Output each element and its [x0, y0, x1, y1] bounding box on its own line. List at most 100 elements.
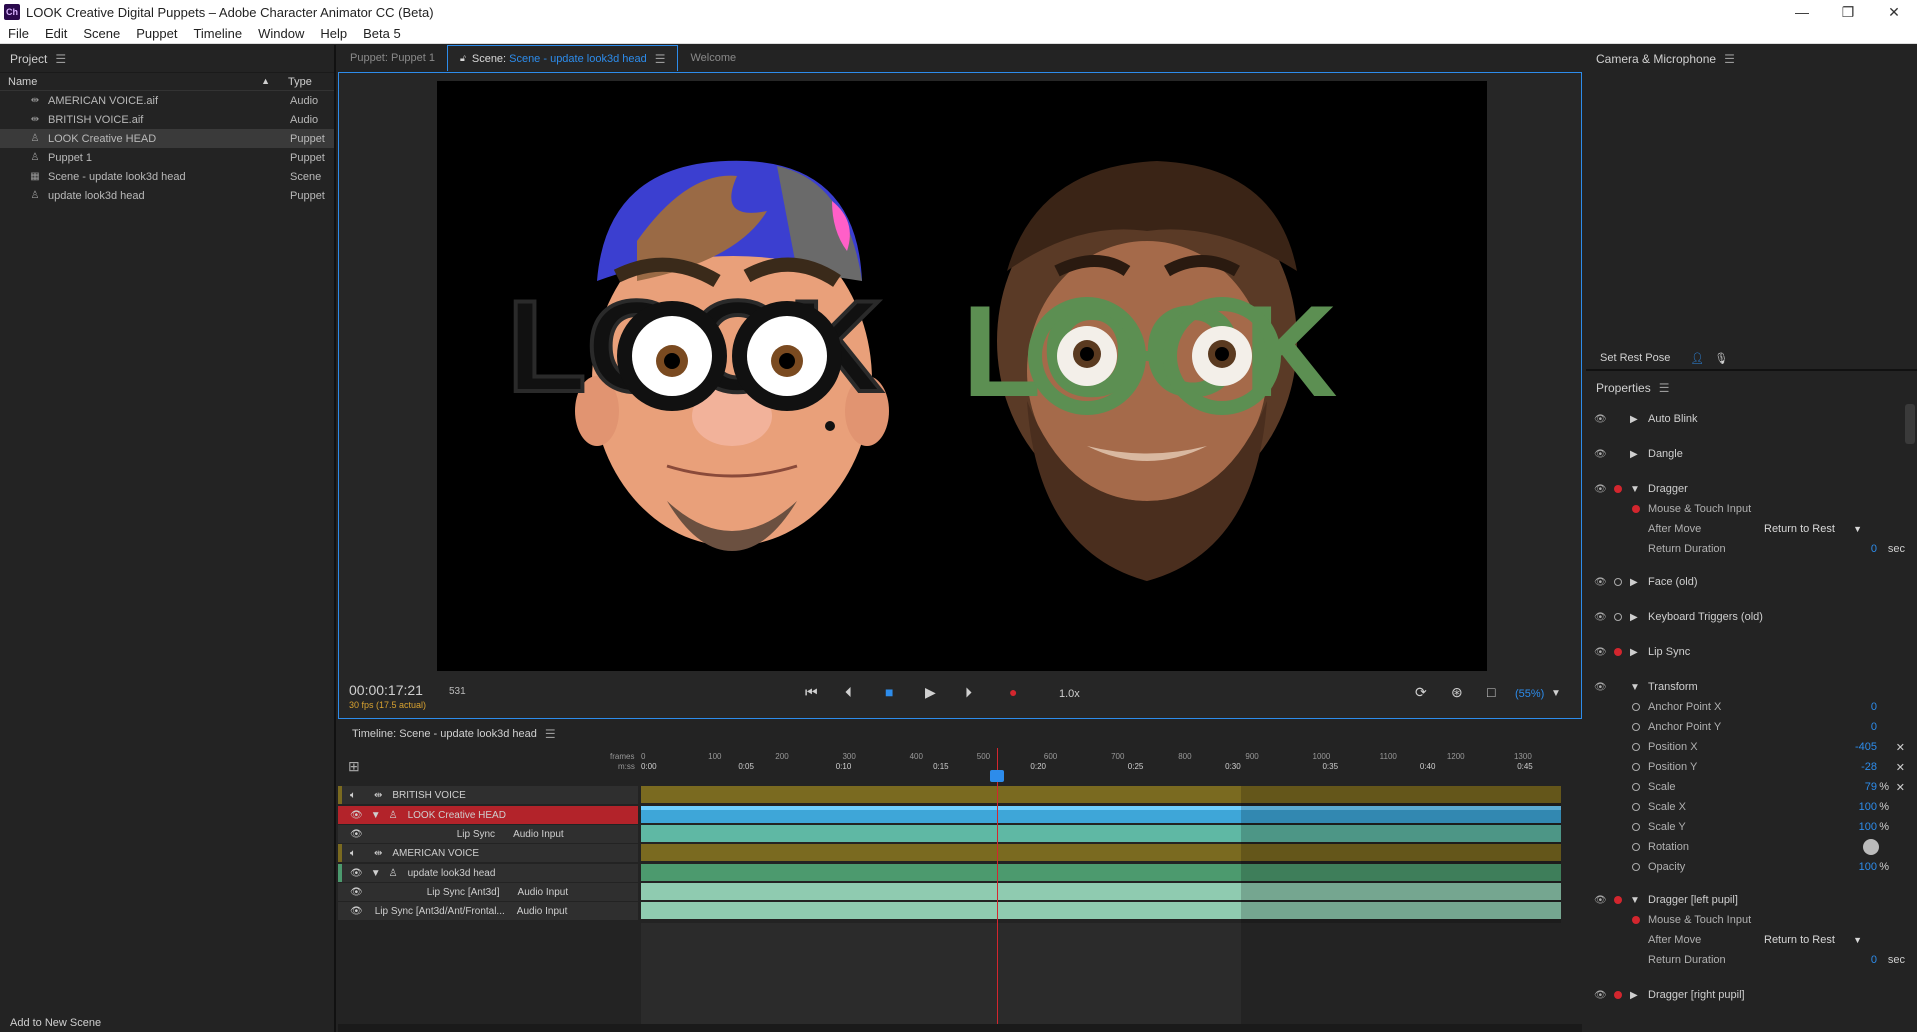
param-value[interactable]: 100 [1859, 801, 1877, 813]
step-back-icon[interactable]: ⏴ [845, 684, 852, 701]
after-move-dropdown[interactable]: Return to Rest ▼ [1764, 521, 1864, 537]
param-value[interactable]: -405 [1855, 741, 1877, 753]
reset-icon[interactable]: ✕ [1896, 781, 1905, 794]
tab-scene[interactable]: 🔓︎ Scene: Scene - update look3d head ☰ [447, 45, 679, 71]
track-options-icon[interactable]: ⊞ [348, 758, 360, 775]
param-value[interactable]: 100 [1859, 861, 1877, 873]
column-type[interactable]: Type [280, 76, 312, 88]
panel-menu-icon[interactable]: ☰ [655, 52, 666, 66]
project-item[interactable]: ▦ Scene - update look3d head Scene [0, 167, 334, 186]
loop-icon[interactable]: ⟳ [1415, 684, 1427, 701]
chevron-right-icon[interactable]: ▶ [1630, 577, 1638, 588]
behavior-dragger-left-pupil[interactable]: 👁︎ ▼ Dragger [left pupil] [1586, 891, 1917, 909]
scene-stage[interactable]: LOOK [437, 81, 1487, 671]
menu-help[interactable]: Help [312, 26, 355, 41]
param-value[interactable]: 0 [1871, 954, 1877, 966]
param-anchor-x[interactable]: Anchor Point X 0 [1586, 698, 1917, 716]
arm-record-icon[interactable] [1632, 803, 1640, 811]
chevron-down-icon[interactable]: ▼ [1630, 895, 1640, 906]
eye-icon[interactable]: 👁︎ [1594, 682, 1607, 693]
minimize-button[interactable]: — [1779, 0, 1825, 24]
param-after-move[interactable]: After Move Return to Rest ▼ [1586, 520, 1917, 538]
eye-icon[interactable]: 👁︎ [1594, 414, 1607, 425]
zoom-dropdown-icon[interactable]: ▼ [1551, 688, 1561, 699]
param-scale-y[interactable]: Scale Y 100 % [1586, 818, 1917, 836]
behavior-dragger-right-pupil[interactable]: 👁︎ ▶ Dragger [right pupil] [1586, 986, 1917, 1004]
eye-icon[interactable]: 👁︎ [1594, 895, 1607, 906]
chevron-right-icon[interactable]: ▶ [1630, 990, 1638, 1001]
behavior-lip-sync[interactable]: 👁︎ ▶ Lip Sync [1586, 643, 1917, 661]
behavior-face-old[interactable]: 👁︎ ▶ Face (old) [1586, 573, 1917, 591]
arm-record-icon[interactable] [1614, 648, 1622, 656]
behavior-auto-blink[interactable]: 👁︎ ▶ Auto Blink [1586, 410, 1917, 428]
chevron-down-icon[interactable]: ▼ [371, 868, 381, 879]
frame-number[interactable]: 531 [449, 686, 466, 697]
panel-menu-icon[interactable]: ☰ [1724, 52, 1735, 66]
timecode[interactable]: 00:00:17:21 [349, 682, 423, 698]
chevron-down-icon[interactable]: ▼ [1630, 484, 1640, 495]
zoom-level[interactable]: (55%) [1515, 688, 1544, 700]
eye-icon[interactable]: 👁︎ [350, 810, 363, 821]
playback-speed[interactable]: 1.0x [1059, 688, 1080, 700]
go-to-start-icon[interactable]: ⏮ [805, 684, 818, 701]
sort-ascending-icon[interactable]: ▲ [261, 76, 270, 86]
menu-window[interactable]: Window [250, 26, 312, 41]
chevron-right-icon[interactable]: ▶ [1630, 647, 1638, 658]
arm-record-icon[interactable] [1632, 743, 1640, 751]
speaker-icon[interactable]: 🔈︎ [350, 848, 356, 859]
tab-welcome[interactable]: Welcome [678, 45, 748, 71]
eye-icon[interactable]: 👁︎ [350, 868, 363, 879]
play-icon[interactable]: ▶ [925, 684, 936, 701]
microphone-icon[interactable]: 🎙︎ [1714, 352, 1728, 365]
behavior-dangle[interactable]: 👁︎ ▶ Dangle [1586, 445, 1917, 463]
arm-record-icon[interactable] [1632, 863, 1640, 871]
param-anchor-y[interactable]: Anchor Point Y 0 [1586, 718, 1917, 736]
arm-record-icon[interactable] [1632, 723, 1640, 731]
project-item[interactable]: ♙ LOOK Creative HEAD Puppet [0, 129, 334, 148]
toggle-background-icon[interactable]: □ [1487, 684, 1495, 700]
param-value[interactable]: 0 [1871, 701, 1877, 713]
behavior-keyboard-triggers[interactable]: 👁︎ ▶ Keyboard Triggers (old) [1586, 608, 1917, 626]
arm-record-icon[interactable] [1632, 703, 1640, 711]
record-icon[interactable]: ● [1009, 684, 1017, 700]
panel-menu-icon[interactable]: ☰ [545, 727, 556, 741]
arm-record-icon[interactable] [1614, 485, 1622, 493]
project-item[interactable]: ♙ Puppet 1 Puppet [0, 148, 334, 167]
chevron-down-icon[interactable]: ▼ [371, 810, 381, 821]
set-rest-pose-button[interactable]: Set Rest Pose [1600, 352, 1670, 364]
timeline-ruler[interactable]: ⊞ frames m:ss 0 100 200 300 400 500 600 700 800 9… [338, 748, 1582, 786]
param-return-duration[interactable]: Return Duration 0 sec [1586, 540, 1917, 558]
menu-file[interactable]: File [0, 26, 37, 41]
panel-menu-icon[interactable]: ☰ [55, 52, 66, 66]
arm-record-icon[interactable] [1632, 783, 1640, 791]
arm-record-icon[interactable] [1632, 843, 1640, 851]
eye-icon[interactable]: 👁︎ [1594, 612, 1607, 623]
eye-icon[interactable]: 👁︎ [1594, 449, 1607, 460]
playhead-handle[interactable] [990, 770, 1004, 782]
add-to-new-scene-button[interactable]: Add to New Scene [0, 1014, 334, 1032]
step-forward-icon[interactable]: ⏵ [965, 684, 972, 701]
lock-icon[interactable]: 🔓︎ [460, 53, 466, 64]
eye-icon[interactable]: 👁︎ [1594, 990, 1607, 1001]
param-after-move[interactable]: After Move Return to Rest ▼ [1586, 931, 1917, 949]
speaker-icon[interactable]: 🔈︎ [350, 790, 356, 801]
param-value[interactable]: 0 [1871, 543, 1877, 555]
menu-timeline[interactable]: Timeline [185, 26, 250, 41]
param-scale[interactable]: Scale 79 % ✕ [1586, 778, 1917, 796]
param-scale-x[interactable]: Scale X 100 % [1586, 798, 1917, 816]
param-mouse-touch[interactable]: Mouse & Touch Input [1586, 911, 1917, 929]
chevron-down-icon[interactable]: ▼ [1630, 682, 1640, 693]
eye-icon[interactable]: 👁︎ [1594, 577, 1607, 588]
arm-record-icon[interactable] [1632, 823, 1640, 831]
behavior-dragger[interactable]: 👁︎ ▼ Dragger [1586, 480, 1917, 498]
chevron-right-icon[interactable]: ▶ [1630, 612, 1638, 623]
param-opacity[interactable]: Opacity 100 % [1586, 858, 1917, 876]
column-name[interactable]: Name [8, 76, 37, 88]
arm-record-icon[interactable] [1614, 613, 1622, 621]
arm-record-icon[interactable] [1614, 896, 1622, 904]
menu-beta[interactable]: Beta 5 [355, 26, 409, 41]
stop-icon[interactable]: ■ [885, 684, 893, 700]
camera-toggle-icon[interactable]: 👤︎ [1690, 352, 1704, 365]
menu-scene[interactable]: Scene [75, 26, 128, 41]
param-value[interactable]: 79 [1865, 781, 1877, 793]
